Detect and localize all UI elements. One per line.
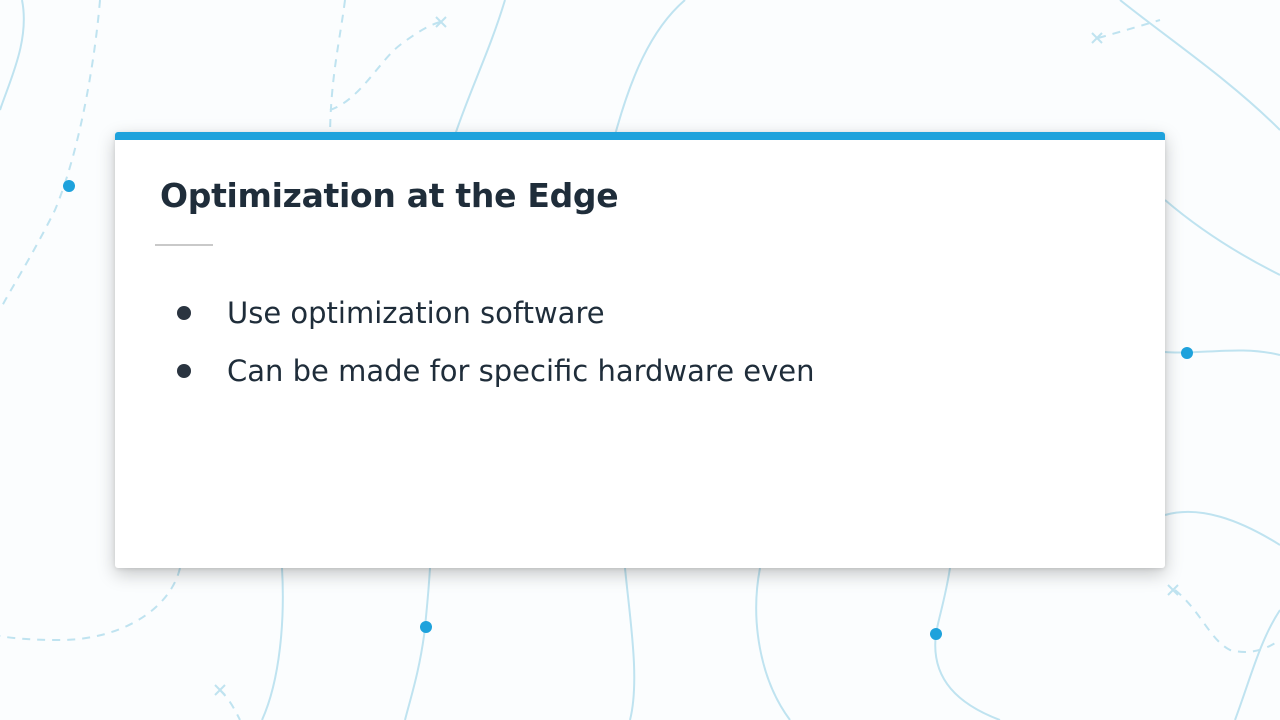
bullet-item: Use optimization software: [177, 284, 815, 342]
decor-dot: [63, 180, 75, 192]
decor-dot: [930, 628, 942, 640]
decor-line: [329, 0, 346, 141]
decor-line: [755, 567, 791, 720]
content-card: Optimization at the Edge Use optimizatio…: [115, 132, 1165, 568]
decor-line: [624, 567, 636, 720]
slide-title: Optimization at the Edge: [160, 176, 619, 215]
decor-line: [1234, 609, 1280, 720]
decor-line: [1119, 0, 1280, 131]
decor-line: [1174, 589, 1280, 653]
decor-line: [934, 567, 1001, 720]
bullet-dot-icon: [177, 306, 191, 320]
decor-line: [0, 0, 25, 111]
decor-line: [219, 689, 241, 720]
decor-line: [0, 0, 101, 311]
card-accent-bar: [115, 132, 1165, 140]
decor-cross: [214, 684, 226, 696]
decor-line: [1164, 199, 1280, 276]
bullet-text: Can be made for specific hardware even: [227, 354, 815, 388]
decor-dot: [1181, 347, 1193, 359]
bullet-dot-icon: [177, 364, 191, 378]
decor-line: [0, 567, 181, 642]
decor-line: [1164, 510, 1280, 546]
decor-line: [404, 567, 431, 720]
decor-line: [454, 0, 506, 136]
decor-line: [329, 21, 441, 111]
decor-dot: [420, 621, 432, 633]
bullet-text: Use optimization software: [227, 296, 605, 330]
bullet-list: Use optimization software Can be made fo…: [177, 284, 815, 400]
slide-stage: Optimization at the Edge Use optimizatio…: [0, 0, 1280, 720]
decor-line: [614, 0, 686, 136]
title-underline: [155, 244, 213, 246]
bullet-item: Can be made for specific hardware even: [177, 342, 815, 400]
decor-line: [261, 567, 284, 720]
